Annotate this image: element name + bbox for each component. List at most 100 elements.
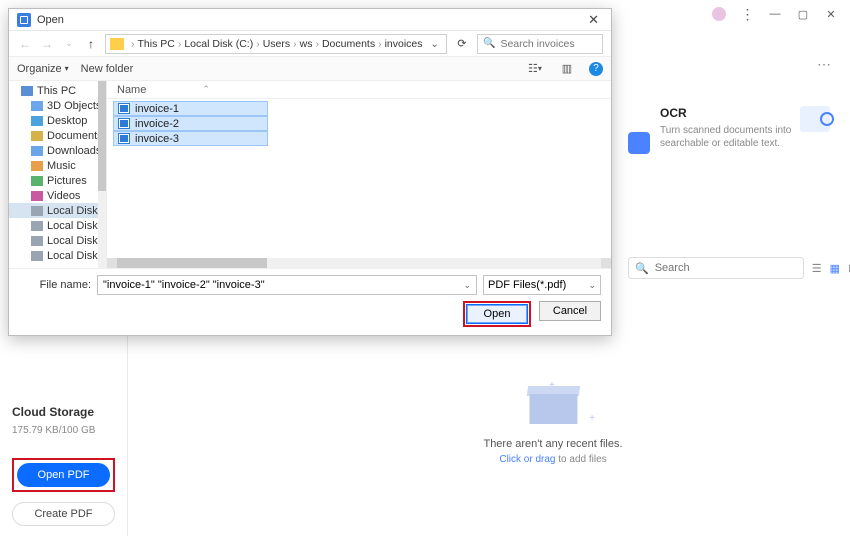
cloud-storage-usage: 175.79 KB/100 GB xyxy=(12,425,115,436)
tree-item[interactable]: Music xyxy=(9,158,106,173)
empty-hint[interactable]: Click or drag to add files xyxy=(499,454,606,465)
minimize-button[interactable]: — xyxy=(762,4,788,24)
tree-item[interactable]: 3D Objects xyxy=(9,98,106,113)
file-row[interactable]: invoice-1 xyxy=(113,101,268,116)
tree-item[interactable]: This PC xyxy=(9,83,106,98)
nav-up-icon[interactable]: ↑ xyxy=(83,37,99,51)
chevron-down-icon[interactable]: ⌄ xyxy=(463,280,471,291)
pdf-file-icon xyxy=(118,103,130,114)
tree-item-label: Music xyxy=(47,160,76,172)
tree-item-label: This PC xyxy=(37,85,76,97)
ocr-feature-card[interactable]: OCR Turn scanned documents into searchab… xyxy=(660,106,830,150)
open-pdf-highlight: Open PDF xyxy=(12,458,115,492)
avatar[interactable] xyxy=(712,7,726,21)
grid-view-icon[interactable]: ▦ xyxy=(830,259,840,277)
cancel-button[interactable]: Cancel xyxy=(539,301,601,321)
vid-icon xyxy=(31,191,43,201)
empty-message: There aren't any recent files. xyxy=(483,438,622,450)
pic-icon xyxy=(31,176,43,186)
search-box[interactable]: 🔍 xyxy=(628,257,804,279)
help-icon[interactable]: ? xyxy=(589,62,603,76)
tree-item[interactable]: Pictures xyxy=(9,173,106,188)
tree-item[interactable]: Local Disk (F:) xyxy=(9,248,106,263)
nav-back-icon[interactable]: ← xyxy=(17,37,33,51)
tree-item[interactable]: Desktop xyxy=(9,113,106,128)
dialog-search[interactable]: 🔍 xyxy=(477,34,603,54)
breadcrumb-item[interactable]: ws xyxy=(300,38,313,50)
preview-pane-icon[interactable]: ▥ xyxy=(557,61,577,77)
nav-recent-icon[interactable]: ⌄ xyxy=(61,38,77,49)
nav-refresh-icon[interactable]: ⟳ xyxy=(453,37,471,50)
open-button-highlight: Open xyxy=(463,301,531,327)
tree-item[interactable]: Documents xyxy=(9,128,106,143)
breadcrumb-dropdown-icon[interactable]: ⌄ xyxy=(427,38,442,50)
breadcrumb-item[interactable]: Local Disk (C:) xyxy=(184,38,253,50)
file-name: invoice-1 xyxy=(135,103,179,115)
filetype-select[interactable]: PDF Files(*.pdf) ⌄ xyxy=(483,275,601,295)
column-header[interactable]: Name ⌃ xyxy=(107,81,611,99)
file-list[interactable]: invoice-1 invoice-2 invoice-3 xyxy=(107,99,611,258)
search-icon: 🔍 xyxy=(483,38,495,49)
folder-tree[interactable]: This PC 3D ObjectsDesktop DocumentsDownloa… xyxy=(9,81,107,268)
close-button[interactable]: ✕ xyxy=(818,4,844,24)
list-view-icon[interactable]: ☰ xyxy=(812,259,822,277)
feature-title: OCR xyxy=(660,106,792,120)
organize-menu[interactable]: Organize ▾ xyxy=(17,63,69,75)
desk-icon xyxy=(31,116,43,126)
obj-icon xyxy=(31,101,43,111)
breadcrumb-item[interactable]: Documents xyxy=(322,38,375,50)
breadcrumb-item[interactable]: invoices xyxy=(385,38,423,50)
chevron-down-icon: ⌄ xyxy=(588,280,596,291)
dialog-title: Open xyxy=(37,14,64,26)
create-pdf-button[interactable]: Create PDF xyxy=(12,502,115,526)
breadcrumb-item[interactable]: This PC xyxy=(138,38,175,50)
tree-item-label: Videos xyxy=(47,190,80,202)
maximize-button[interactable]: ▢ xyxy=(790,4,816,24)
open-button[interactable]: Open xyxy=(466,304,528,324)
empty-state: + + There aren't any recent files. Click… xyxy=(483,386,622,465)
file-list-area: Name ⌃ invoice-1 invoice-2 invoice-3 xyxy=(107,81,611,268)
open-pdf-button[interactable]: Open PDF xyxy=(17,463,110,487)
tree-item-label: Pictures xyxy=(47,175,87,187)
doc-icon xyxy=(31,131,43,141)
dialog-close-icon[interactable]: ✕ xyxy=(584,12,603,28)
disk-icon xyxy=(31,206,43,216)
tree-item[interactable]: Local Disk (E:) xyxy=(9,233,106,248)
ocr-icon xyxy=(800,106,830,132)
filename-label: File name: xyxy=(19,279,91,291)
pdf-file-icon xyxy=(118,133,130,144)
dialog-toolbar: Organize ▾ New folder ☷ ▾ ▥ ? xyxy=(9,57,611,81)
more-icon[interactable]: ⋯ xyxy=(817,56,832,73)
folder-icon xyxy=(110,38,124,50)
tree-item[interactable]: Downloads xyxy=(9,143,106,158)
dialog-footer: File name: "invoice-1" "invoice-2" "invo… xyxy=(9,268,611,335)
tree-item[interactable]: Videos xyxy=(9,188,106,203)
tree-item-label: 3D Objects xyxy=(47,100,101,112)
file-name: invoice-2 xyxy=(135,118,179,130)
file-name: invoice-3 xyxy=(135,133,179,145)
disk-icon xyxy=(31,236,43,246)
search-icon: 🔍 xyxy=(635,262,649,275)
new-folder-button[interactable]: New folder xyxy=(81,63,134,75)
dialog-search-input[interactable] xyxy=(500,38,597,50)
tree-item-label: Documents xyxy=(47,130,103,142)
search-input[interactable] xyxy=(655,262,797,274)
dialog-nav: ← → ⌄ ↑ › This PC› Local Disk (C:)› User… xyxy=(9,31,611,57)
empty-box-icon: + + xyxy=(521,386,585,426)
file-row[interactable]: invoice-3 xyxy=(113,131,268,146)
feature-desc: Turn scanned documents into searchable o… xyxy=(660,124,792,150)
file-open-dialog: Open ✕ ← → ⌄ ↑ › This PC› Local Disk (C:… xyxy=(8,8,612,336)
tree-item[interactable]: Local Disk (C:) xyxy=(9,203,106,218)
column-name[interactable]: Name xyxy=(117,84,146,96)
horizontal-scrollbar[interactable] xyxy=(107,258,611,268)
kebab-menu-icon[interactable]: ⋮ xyxy=(734,4,760,24)
tree-item[interactable]: Local Disk (D:) xyxy=(9,218,106,233)
breadcrumb-item[interactable]: Users xyxy=(263,38,290,50)
dialog-app-icon xyxy=(17,13,31,27)
view-mode-icon[interactable]: ☷ ▾ xyxy=(525,61,545,77)
filename-input[interactable]: "invoice-1" "invoice-2" "invoice-3" ⌄ xyxy=(97,275,477,295)
feature-badge-icon xyxy=(628,132,650,154)
breadcrumb[interactable]: › This PC› Local Disk (C:)› Users› ws› D… xyxy=(105,34,447,54)
file-row[interactable]: invoice-2 xyxy=(113,116,268,131)
nav-forward-icon[interactable]: → xyxy=(39,37,55,51)
